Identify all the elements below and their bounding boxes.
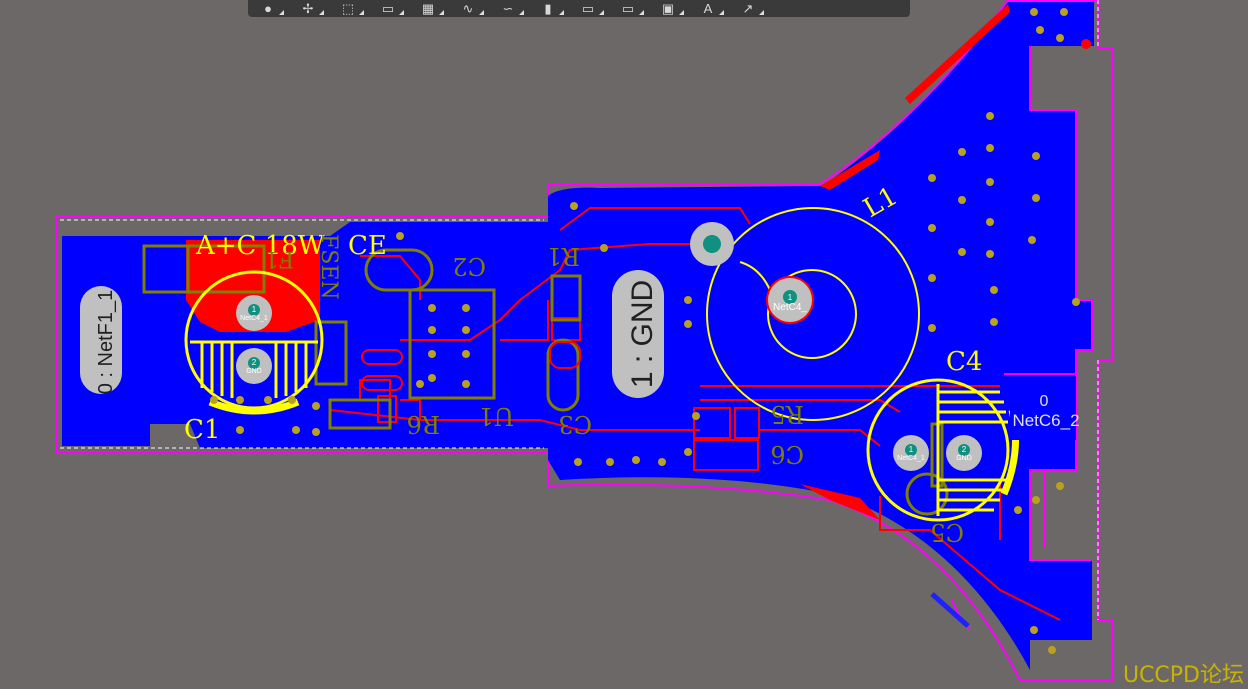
f1-label: F1 [265, 246, 294, 271]
forum-watermark: UCCPD论坛 [1122, 663, 1244, 688]
u1-label: U1 [479, 402, 515, 430]
c4-pin1-net: NetC4_1 [897, 455, 925, 462]
c1-label: C1 [184, 415, 220, 445]
l1-pin-number: 1 [788, 293, 793, 302]
netc6-pad-label: NetC6_2 [1012, 411, 1079, 430]
pcb-board-canvas[interactable]: 1 NetC4_ 1 : GND 0 : NetF1_1 1 NetC4_1 2… [0, 0, 1248, 689]
c6-label: C6 [770, 440, 804, 468]
c1-pin2-net: GND [246, 368, 262, 375]
copper-pour-main [62, 2, 1094, 670]
r6-label: R6 [407, 410, 440, 438]
r1-label: R1 [547, 242, 580, 270]
c1-pin1-number: 1 [252, 305, 257, 314]
pcb-edge-marker [930, 592, 970, 628]
c3-label: C3 [558, 410, 592, 438]
netc6-pad-number: 0 [1040, 393, 1049, 410]
c5-label: C5 [930, 518, 964, 546]
c1-pin1-net: NetC4_1 [240, 315, 268, 322]
c4-pin2-net: GND [956, 455, 972, 462]
r5-label: R5 [771, 400, 804, 428]
c2-label: C2 [452, 252, 486, 280]
netf1-pad-label: 0 : NetF1_1 [95, 290, 117, 395]
board-title-label: A+C 18W [195, 231, 325, 261]
c4-label: C4 [946, 347, 982, 377]
l1-pin-net: NetC4_ [773, 302, 807, 313]
ce-mark-label: CE [348, 231, 387, 261]
gnd-pad-label: 1 : GND [626, 280, 659, 388]
c4-pin1-number: 1 [909, 445, 914, 454]
l1-pad-2-hole [703, 235, 721, 253]
fsen-label: FSEN [316, 234, 341, 300]
c1-pin2-number: 2 [252, 358, 257, 367]
c4-pin2-number: 2 [962, 445, 967, 454]
